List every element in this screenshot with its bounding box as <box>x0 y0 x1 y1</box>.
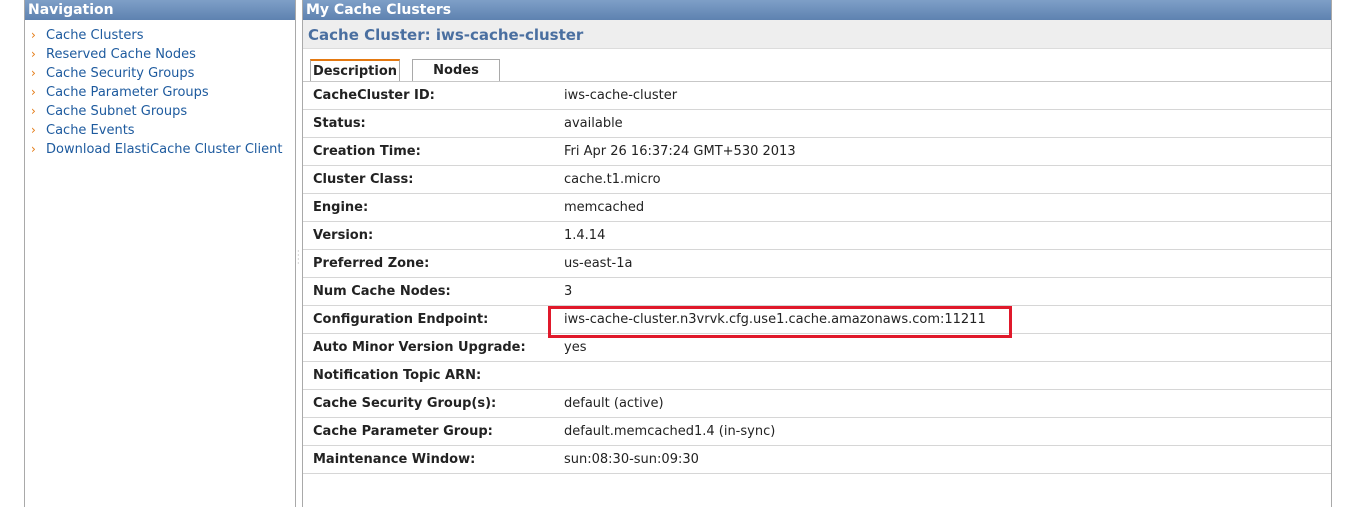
detail-value: available <box>558 109 1331 138</box>
table-row: Preferred Zone: us-east-1a <box>303 249 1331 278</box>
nav-item-cache-events[interactable]: › Cache Events <box>25 121 295 140</box>
main-panel: My Cache Clusters Cache Cluster: iws-cac… <box>302 0 1332 507</box>
detail-value: default.memcached1.4 (in-sync) <box>558 417 1331 446</box>
detail-value: sun:08:30-sun:09:30 <box>558 445 1331 474</box>
detail-value <box>558 361 1331 390</box>
detail-value: Fri Apr 26 16:37:24 GMT+530 2013 <box>558 137 1331 166</box>
detail-label: Notification Topic ARN: <box>303 361 558 390</box>
table-row: Num Cache Nodes: 3 <box>303 277 1331 306</box>
detail-label: Version: <box>303 221 558 250</box>
detail-label: Cache Parameter Group: <box>303 417 558 446</box>
detail-label: Status: <box>303 109 558 138</box>
tab-divider <box>303 81 1331 82</box>
nav-item-cache-subnet-groups[interactable]: › Cache Subnet Groups <box>25 102 295 121</box>
main-header: My Cache Clusters <box>303 0 1331 20</box>
chevron-right-icon: › <box>31 85 36 99</box>
table-row: Creation Time: Fri Apr 26 16:37:24 GMT+53… <box>303 137 1331 166</box>
detail-value: cache.t1.micro <box>558 165 1331 194</box>
detail-value: default (active) <box>558 389 1331 418</box>
table-row: Maintenance Window: sun:08:30-sun:09:30 <box>303 445 1331 474</box>
table-row: Cache Parameter Group: default.memcached1… <box>303 417 1331 446</box>
nav-link-label[interactable]: Cache Parameter Groups <box>46 85 209 100</box>
chevron-right-icon: › <box>31 142 36 156</box>
table-row: Engine: memcached <box>303 193 1331 222</box>
nav-link-label[interactable]: Cache Clusters <box>46 28 143 43</box>
nav-item-reserved-cache-nodes[interactable]: › Reserved Cache Nodes <box>25 45 295 64</box>
endpoint-highlight-box <box>548 306 1012 338</box>
nav-item-download-client[interactable]: › Download ElastiCache Cluster Client <box>25 140 295 159</box>
table-row: Cluster Class: cache.t1.micro <box>303 165 1331 194</box>
detail-label: Auto Minor Version Upgrade: <box>303 333 558 362</box>
nav-link-label[interactable]: Cache Events <box>46 123 135 138</box>
chevron-right-icon: › <box>31 66 36 80</box>
panel-splitter-handle[interactable]: · · · · <box>297 248 300 270</box>
detail-value: 3 <box>558 277 1331 306</box>
nav-link-label[interactable]: Reserved Cache Nodes <box>46 47 196 62</box>
chevron-right-icon: › <box>31 123 36 137</box>
detail-label: Cluster Class: <box>303 165 558 194</box>
chevron-right-icon: › <box>31 28 36 42</box>
tab-description[interactable]: Description <box>310 59 400 81</box>
detail-label: Creation Time: <box>303 137 558 166</box>
table-row: Version: 1.4.14 <box>303 221 1331 250</box>
nav-link-label[interactable]: Cache Security Groups <box>46 66 194 81</box>
detail-value: us-east-1a <box>558 249 1331 278</box>
detail-label: Engine: <box>303 193 558 222</box>
nav-item-cache-parameter-groups[interactable]: › Cache Parameter Groups <box>25 83 295 102</box>
tab-nodes[interactable]: Nodes <box>412 59 500 81</box>
tab-bar: Description Nodes <box>303 49 1331 82</box>
details-table: CacheCluster ID: iws-cache-cluster Status… <box>303 82 1331 474</box>
detail-label: Cache Security Group(s): <box>303 389 558 418</box>
nav-item-cache-security-groups[interactable]: › Cache Security Groups <box>25 64 295 83</box>
detail-label: Preferred Zone: <box>303 249 558 278</box>
nav-link-label[interactable]: Download ElastiCache Cluster Client <box>46 142 283 157</box>
table-row: CacheCluster ID: iws-cache-cluster <box>303 82 1331 110</box>
detail-value: iws-cache-cluster <box>558 82 1331 110</box>
cluster-title: Cache Cluster: iws-cache-cluster <box>303 20 1331 49</box>
navigation-header: Navigation <box>25 0 295 20</box>
detail-value: memcached <box>558 193 1331 222</box>
table-row: Cache Security Group(s): default (active) <box>303 389 1331 418</box>
navigation-panel: Navigation › Cache Clusters › Reserved Cac… <box>24 0 296 507</box>
nav-item-cache-clusters[interactable]: › Cache Clusters <box>25 26 295 45</box>
detail-label: Maintenance Window: <box>303 445 558 474</box>
detail-label: CacheCluster ID: <box>303 82 558 110</box>
navigation-list: › Cache Clusters › Reserved Cache Nodes › C… <box>25 20 295 159</box>
detail-value: 1.4.14 <box>558 221 1331 250</box>
chevron-right-icon: › <box>31 47 36 61</box>
table-row: Status: available <box>303 109 1331 138</box>
detail-label: Configuration Endpoint: <box>303 305 558 334</box>
detail-label: Num Cache Nodes: <box>303 277 558 306</box>
nav-link-label[interactable]: Cache Subnet Groups <box>46 104 187 119</box>
table-row: Notification Topic ARN: <box>303 361 1331 390</box>
chevron-right-icon: › <box>31 104 36 118</box>
